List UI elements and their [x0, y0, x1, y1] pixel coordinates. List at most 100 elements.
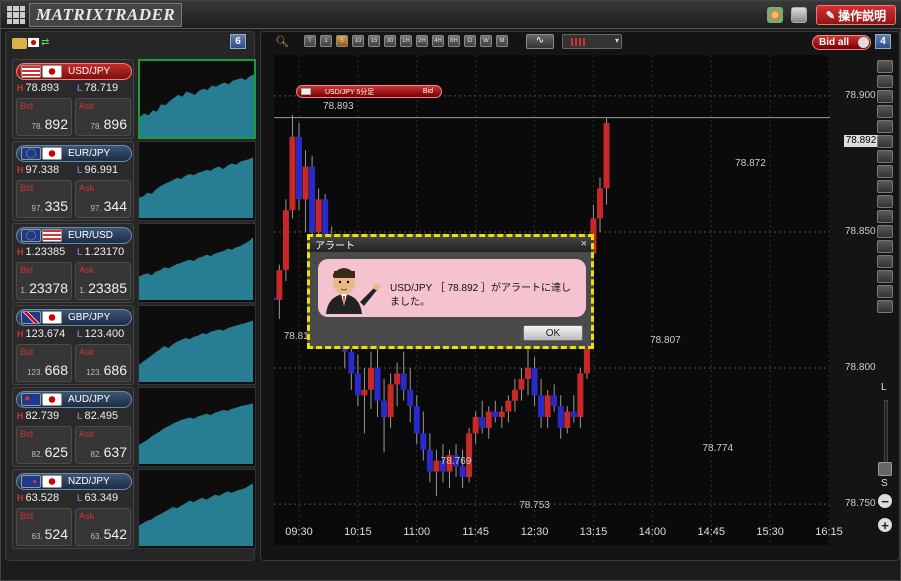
sparkline-chart[interactable]: [138, 469, 256, 549]
pair-card[interactable]: AUD/JPY H 82.739 L 82.495 Bid 82. 625 Ask 8…: [10, 387, 256, 467]
image-tool-icon[interactable]: [877, 90, 893, 103]
h-line-tool-icon[interactable]: [877, 180, 893, 193]
zoom-slider-handle[interactable]: [878, 462, 892, 476]
help-button[interactable]: ✎ 操作説明: [816, 5, 896, 25]
ask-digits: 896: [103, 116, 127, 132]
chart-type-button[interactable]: ∿: [526, 34, 554, 49]
pair-info[interactable]: EUR/USD H 1.23385 L 1.23170 Bid 1. 23378 As…: [12, 223, 134, 303]
pair-card[interactable]: EUR/JPY H 97.338 L 96.991 Bid 97. 335 Ask 9…: [10, 141, 256, 221]
sparkline-chart[interactable]: [138, 305, 256, 385]
timeframe-M-button[interactable]: M: [496, 35, 508, 47]
low-text: 78.719: [84, 82, 119, 94]
zoom-slider[interactable]: [884, 400, 888, 470]
candle-body: [361, 389, 368, 396]
bid-price-button[interactable]: Bid 123. 668: [16, 344, 72, 382]
gann-tool-icon[interactable]: [877, 240, 893, 253]
pair-info[interactable]: GBP/JPY H 123.674 L 123.400 Bid 123. 668 As…: [12, 305, 134, 385]
indicator-select[interactable]: ▾: [562, 34, 622, 49]
timeframe-1H-button[interactable]: 1H: [400, 35, 412, 47]
pair-card[interactable]: EUR/USD H 1.23385 L 1.23170 Bid 1. 23378 As…: [10, 223, 256, 303]
clear-tool-icon[interactable]: [877, 285, 893, 298]
low-text: 123.400: [84, 328, 125, 340]
trend-line-tool-icon[interactable]: [877, 165, 893, 178]
fib-tool-icon[interactable]: [877, 225, 893, 238]
bid-price-button[interactable]: Bid 97. 335: [16, 180, 72, 218]
chart-toolbar: 🔍︎ T 1 5 10 15 30 1H 2H 4H 8H D W M ∿ ▾ Bid all 4: [261, 32, 899, 52]
x-tick-label: 10:15: [344, 526, 372, 538]
timeframe-1-button[interactable]: 1: [320, 35, 332, 47]
channel-tool-icon[interactable]: [877, 210, 893, 223]
pair-label-pill[interactable]: NZD/JPY: [16, 473, 132, 490]
pair-info[interactable]: EUR/JPY H 97.338 L 96.991 Bid 97. 335 Ask 9…: [12, 141, 134, 221]
timeframe-2H-button[interactable]: 2H: [416, 35, 428, 47]
y-tick-label: 78.850: [845, 225, 876, 237]
ask-price-button[interactable]: Ask 97. 344: [75, 180, 131, 218]
info-tool-icon[interactable]: [877, 60, 893, 73]
timeframe-4H-button[interactable]: 4H: [432, 35, 444, 47]
ask-digits: 344: [103, 198, 127, 214]
high-marker-icon: H: [17, 329, 24, 339]
timeframe-10-button[interactable]: 10: [352, 35, 364, 47]
ask-price-button[interactable]: Ask 82. 637: [75, 426, 131, 464]
timeframe-8H-button[interactable]: 8H: [448, 35, 460, 47]
panel-header: ⇄ 6: [6, 32, 254, 56]
pair-info[interactable]: AUD/JPY H 82.739 L 82.495 Bid 82. 625 Ask 8…: [12, 387, 134, 467]
print-icon[interactable]: [791, 7, 807, 23]
pair-card[interactable]: USD/JPY H 78.893 L 78.719 Bid 78. 892 Ask 7…: [10, 59, 256, 139]
pencil-tool-icon[interactable]: [877, 150, 893, 163]
pair-info[interactable]: USD/JPY H 78.893 L 78.719 Bid 78. 892 Ask 7…: [12, 59, 134, 139]
ask-price-button[interactable]: Ask 123. 686: [75, 344, 131, 382]
y-tick-label: 78.800: [845, 362, 876, 374]
candle-tool-icon[interactable]: [877, 75, 893, 88]
timeframe-15-button[interactable]: 15: [368, 35, 380, 47]
pair-card[interactable]: GBP/JPY H 123.674 L 123.400 Bid 123. 668 As…: [10, 305, 256, 385]
timeframe-W-button[interactable]: W: [480, 35, 492, 47]
swap-icon[interactable]: ⇄: [41, 37, 49, 48]
sparkline-chart[interactable]: [138, 59, 256, 139]
pair-label-pill[interactable]: AUD/JPY: [16, 391, 132, 408]
sparkline-area: [139, 483, 253, 546]
zoom-in-button[interactable]: +: [878, 518, 892, 532]
ask-digits: 637: [103, 444, 127, 460]
pair-name: EUR/USD: [68, 230, 114, 241]
sparkline-chart[interactable]: [138, 387, 256, 467]
erase-tool-icon[interactable]: [877, 270, 893, 283]
ask-price-button[interactable]: Ask 1. 23385: [75, 262, 131, 300]
low-text: 82.495: [84, 410, 119, 422]
bid-price-button[interactable]: Bid 63. 524: [16, 508, 72, 546]
sparkline-chart[interactable]: [138, 223, 256, 303]
v-line-tool-icon[interactable]: [877, 195, 893, 208]
pair-flags: [21, 147, 62, 160]
ask-price-button[interactable]: Ask 78. 896: [75, 98, 131, 136]
help-label: 操作説明: [838, 8, 887, 23]
close-icon[interactable]: ×: [581, 238, 587, 250]
pair-label-pill[interactable]: USD/JPY: [16, 63, 132, 80]
pair-label-pill[interactable]: EUR/JPY: [16, 145, 132, 162]
bid-all-toggle[interactable]: Bid all: [812, 35, 871, 50]
cursor-tool-icon[interactable]: [877, 135, 893, 148]
bid-price-button[interactable]: Bid 82. 625: [16, 426, 72, 464]
magnifier-icon[interactable]: 🔍︎: [275, 35, 293, 48]
timeframe-30-button[interactable]: 30: [384, 35, 396, 47]
bid-price-button[interactable]: Bid 1. 23378: [16, 262, 72, 300]
pair-label-pill[interactable]: EUR/USD: [16, 227, 132, 244]
bid-price-button[interactable]: Bid 78. 892: [16, 98, 72, 136]
timeframe-T-button[interactable]: T: [304, 35, 316, 47]
low-marker-icon: L: [77, 329, 83, 339]
timeframe-D-button[interactable]: D: [464, 35, 476, 47]
alert-ok-button[interactable]: OK: [523, 325, 583, 341]
zoom-out-button[interactable]: −: [878, 494, 892, 508]
alert-tool-icon[interactable]: [877, 120, 893, 133]
pair-info[interactable]: NZD/JPY H 63.528 L 63.349 Bid 63. 524 Ask 6…: [12, 469, 134, 549]
sparkline-chart[interactable]: [138, 141, 256, 221]
drawing-tools: [877, 60, 895, 380]
text-tool-icon[interactable]: [877, 255, 893, 268]
lock-tool-icon[interactable]: [877, 105, 893, 118]
pair-card[interactable]: NZD/JPY H 63.528 L 63.349 Bid 63. 524 Ask 6…: [10, 469, 256, 549]
settings-icon[interactable]: [767, 7, 783, 23]
folder-icon[interactable]: [12, 38, 27, 49]
timeframe-5-button[interactable]: 5: [336, 35, 348, 47]
list-tool-icon[interactable]: [877, 300, 893, 313]
ask-price-button[interactable]: Ask 63. 542: [75, 508, 131, 546]
pair-label-pill[interactable]: GBP/JPY: [16, 309, 132, 326]
